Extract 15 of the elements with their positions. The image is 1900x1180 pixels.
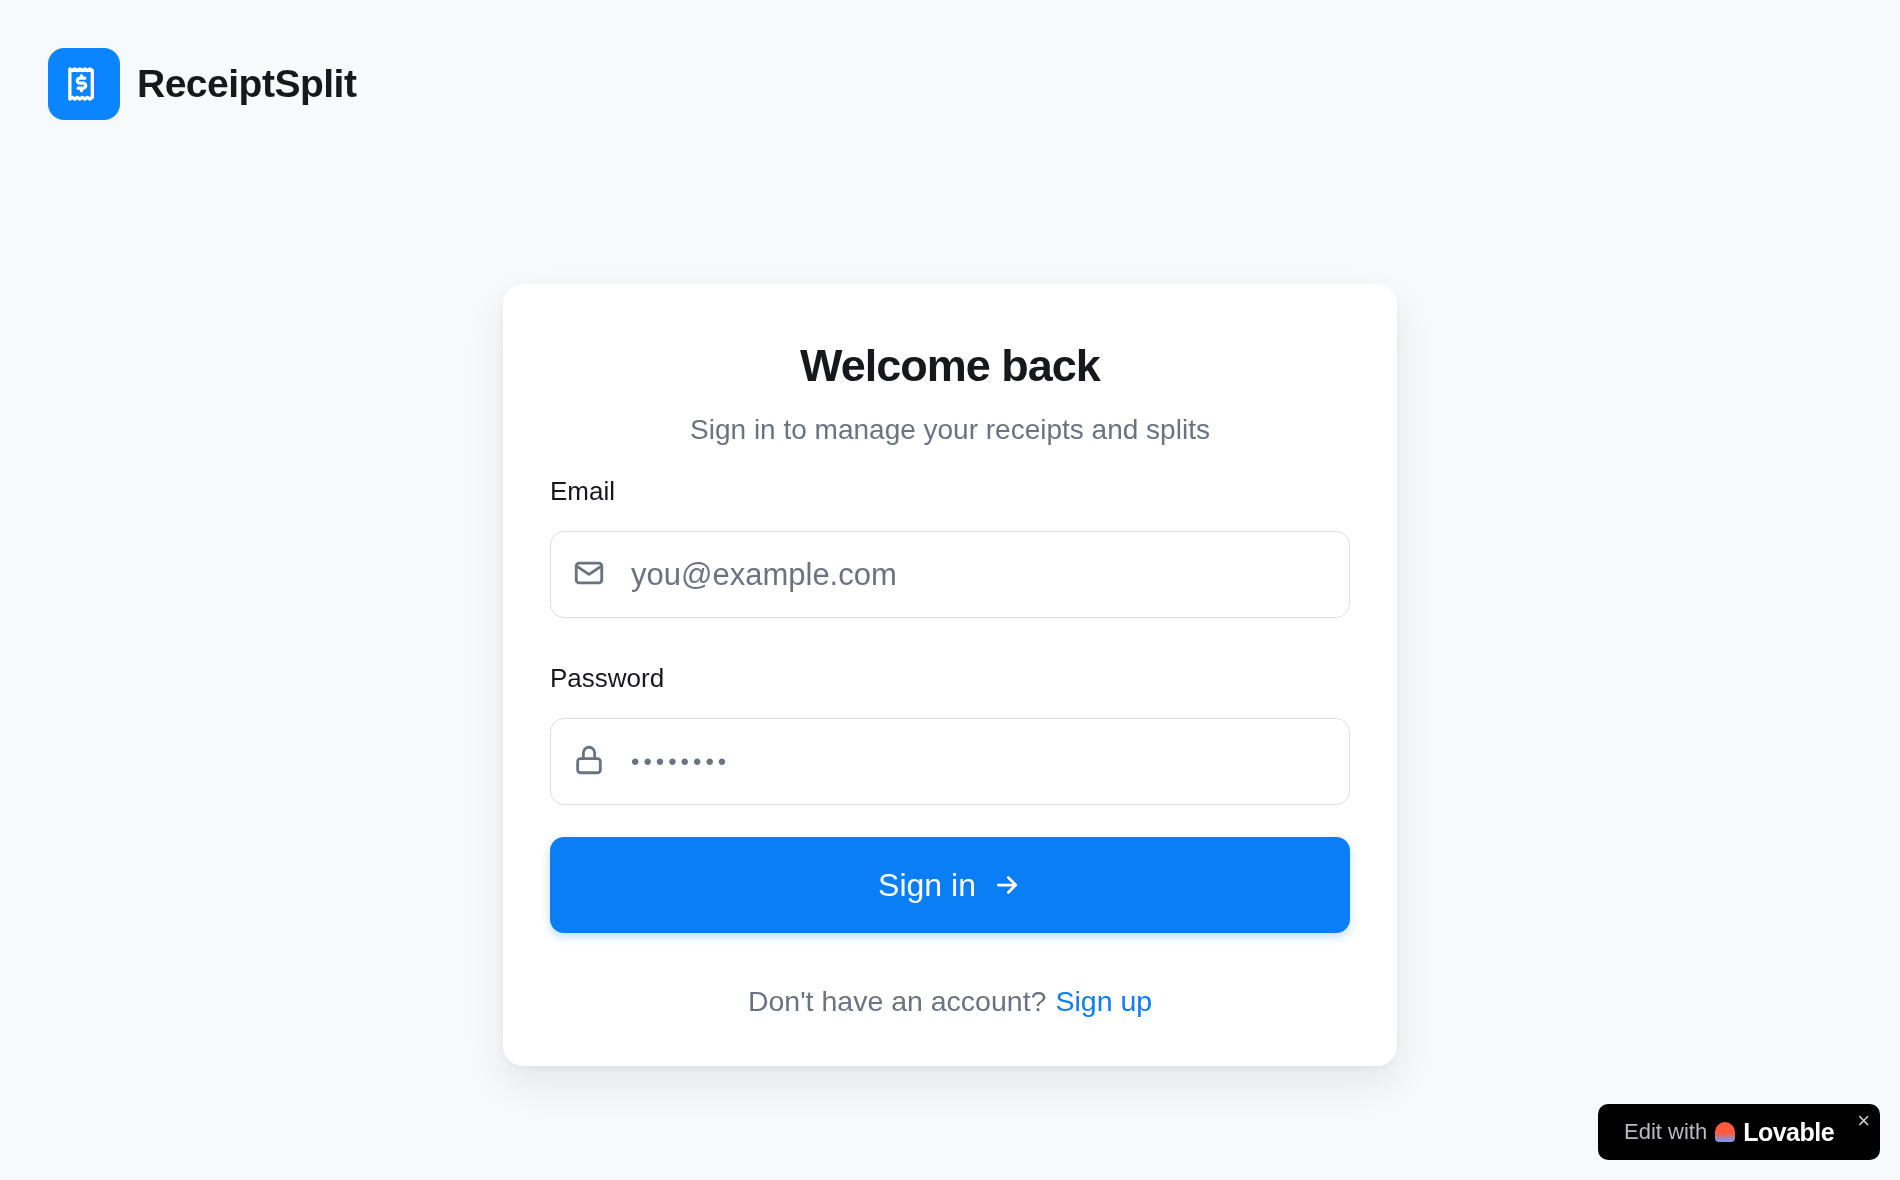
brand-name: ReceiptSplit bbox=[137, 62, 357, 106]
badge-text: Edit with bbox=[1624, 1119, 1708, 1145]
badge-brand: Lovable bbox=[1743, 1117, 1835, 1147]
signup-prompt: Don't have an account? bbox=[747, 985, 1047, 1018]
card-title: Welcome back bbox=[799, 339, 1102, 393]
field-label: Password bbox=[550, 662, 665, 694]
password-field[interactable]: •••••••• bbox=[550, 718, 1350, 805]
email-field[interactable]: you@example.com bbox=[550, 531, 1350, 618]
sign-in-button[interactable]: Sign in bbox=[550, 837, 1350, 933]
edit-badge[interactable]: Edit with Lovable × bbox=[1598, 1104, 1880, 1160]
card-subtitle: Sign in to manage your receipts and splits bbox=[689, 413, 1211, 447]
receipt-logo-icon bbox=[48, 48, 120, 120]
close-button[interactable]: × bbox=[1857, 1108, 1870, 1134]
field-label: Email bbox=[550, 475, 615, 507]
sign-up-link[interactable]: Sign up bbox=[1055, 985, 1153, 1018]
